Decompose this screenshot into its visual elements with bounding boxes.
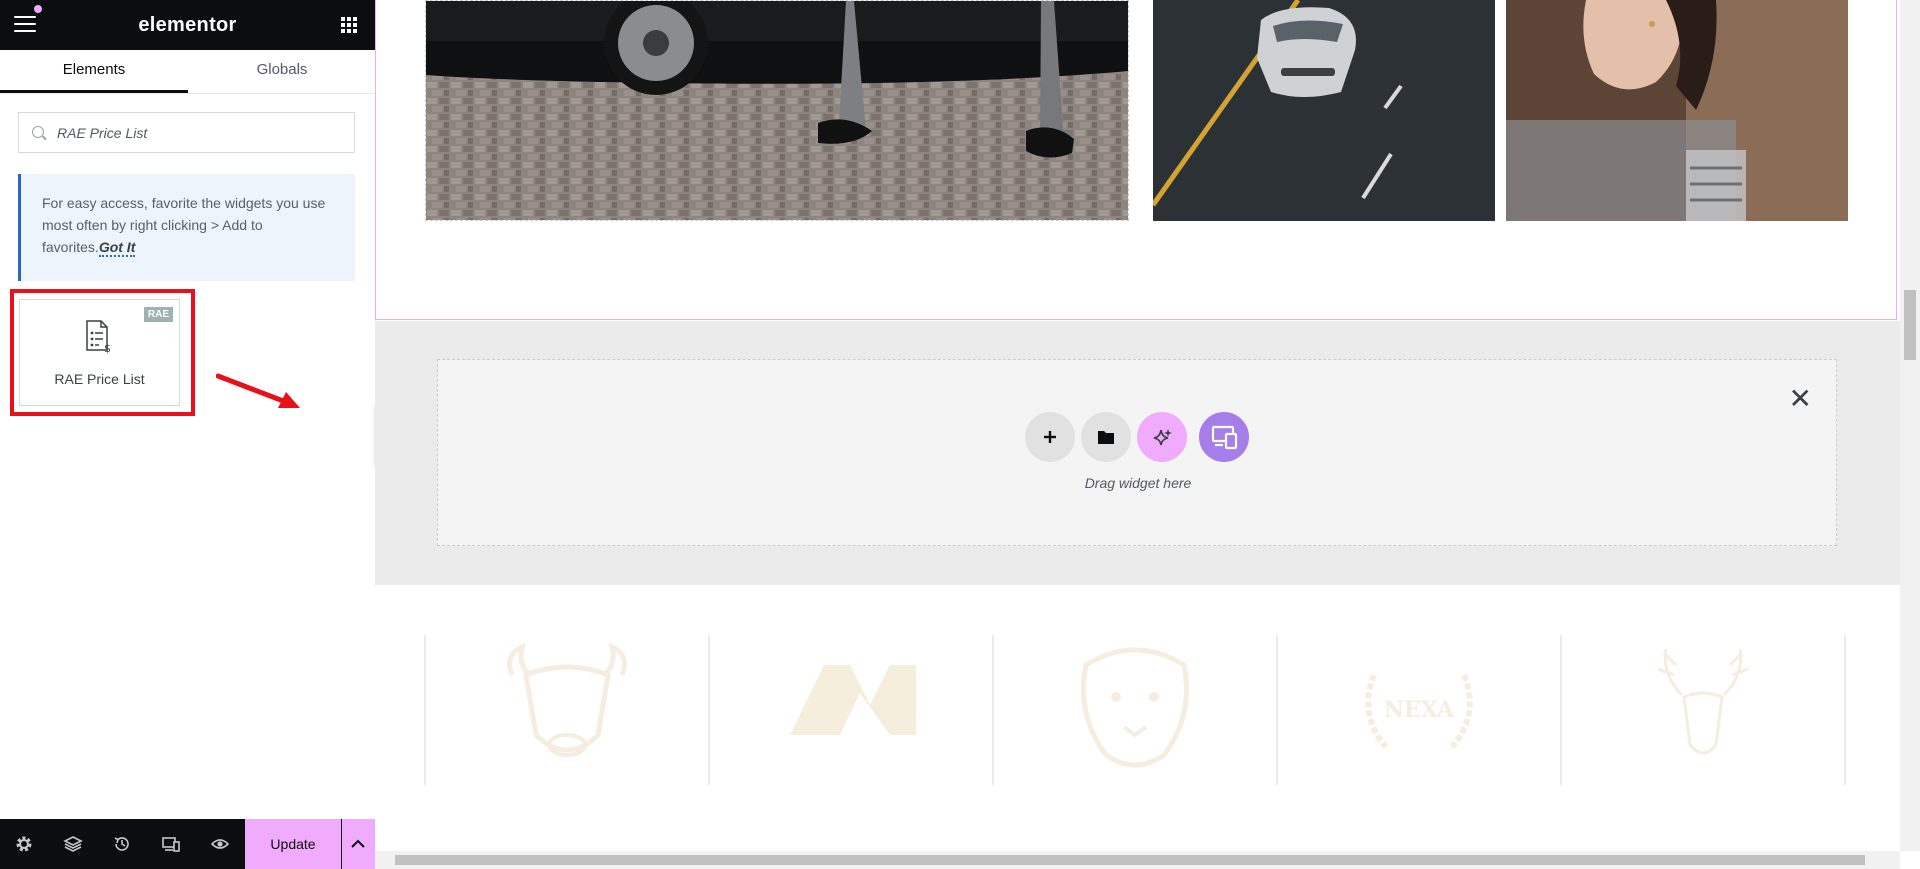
gallery-section: [375, 0, 1897, 320]
car-road-photo: [1153, 0, 1495, 221]
save-options-button[interactable]: [342, 819, 375, 869]
favorites-notice: For easy access, favorite the widgets yo…: [18, 174, 355, 281]
sparkle-icon: [1153, 429, 1172, 446]
folder-icon: [1098, 431, 1114, 444]
red-arrow-annotation: [216, 373, 300, 408]
update-button[interactable]: Update: [245, 819, 341, 869]
settings-gear-icon[interactable]: [14, 834, 34, 854]
logo-item: [992, 635, 1276, 785]
search-box: [18, 112, 355, 153]
lion-logo: [1081, 647, 1189, 768]
preview-canvas: Drag widget here ✕ NEXA: [375, 0, 1900, 851]
bull-logo: [507, 642, 627, 757]
svg-text:$: $: [104, 342, 111, 354]
woman-photo: [1506, 0, 1848, 221]
panel-header: elementor: [0, 0, 375, 50]
logo-item: [424, 635, 708, 785]
tab-globals[interactable]: Globals: [188, 50, 376, 93]
search-input[interactable]: [57, 113, 347, 152]
deer-logo: [1657, 648, 1749, 755]
logo-divider: [1844, 635, 1846, 785]
nexa-logo: NEXA: [1365, 673, 1473, 749]
close-icon[interactable]: ✕: [1789, 382, 1812, 415]
apps-grid-icon[interactable]: [341, 17, 357, 33]
nexa-logo-text: NEXA: [1384, 697, 1455, 723]
chevron-up-icon: [351, 839, 365, 848]
horizontal-scrollbar-thumb[interactable]: [395, 855, 1865, 865]
gallery-image-car-road[interactable]: [1153, 0, 1495, 221]
vertical-scrollbar-thumb[interactable]: [1904, 290, 1916, 360]
price-list-icon: $: [86, 320, 111, 354]
got-it-link[interactable]: Got It: [98, 239, 136, 257]
responsive-kit-button[interactable]: [1199, 412, 1249, 462]
panel-tabs: Elements Globals: [0, 50, 375, 94]
empty-section: Drag widget here ✕: [375, 321, 1900, 585]
gallery-image-woman[interactable]: [1506, 0, 1848, 221]
layers-icon[interactable]: [63, 834, 83, 854]
devices-icon: [1211, 425, 1238, 450]
preview-eye-icon[interactable]: [210, 834, 230, 854]
add-template-button[interactable]: [1081, 412, 1131, 462]
drop-zone-text: Drag widget here: [1084, 475, 1192, 491]
history-icon[interactable]: [112, 834, 132, 854]
add-section-button[interactable]: [1025, 412, 1075, 462]
car-man-photo: [426, 1, 1128, 220]
vertical-scrollbar[interactable]: [1900, 0, 1920, 851]
responsive-mode-icon[interactable]: [161, 834, 181, 854]
logos-section: NEXA: [375, 585, 1900, 851]
widget-badge: RAE: [143, 307, 173, 322]
m-logo: [790, 665, 916, 735]
logo-item: NEXA: [1276, 635, 1560, 785]
horizontal-scrollbar[interactable]: [375, 851, 1900, 869]
logo-item: [1560, 635, 1844, 785]
editor-panel: elementor Elements Globals For easy acce…: [0, 0, 375, 869]
gallery-image-car-man[interactable]: [425, 0, 1129, 221]
tab-elements[interactable]: Elements: [0, 50, 188, 93]
search-icon: [32, 126, 44, 138]
notice-text: For easy access, favorite the widgets yo…: [42, 195, 326, 255]
notification-dot: [34, 5, 42, 13]
plus-icon: [1044, 431, 1056, 443]
widget-rae-price-list[interactable]: RAE $ RAE Price List: [19, 299, 180, 406]
drop-zone[interactable]: Drag widget here ✕: [437, 359, 1837, 546]
brand-logo: elementor: [138, 14, 237, 36]
ai-generate-button[interactable]: [1137, 412, 1187, 462]
widget-label: RAE Price List: [54, 371, 145, 387]
logo-item: [708, 635, 992, 785]
